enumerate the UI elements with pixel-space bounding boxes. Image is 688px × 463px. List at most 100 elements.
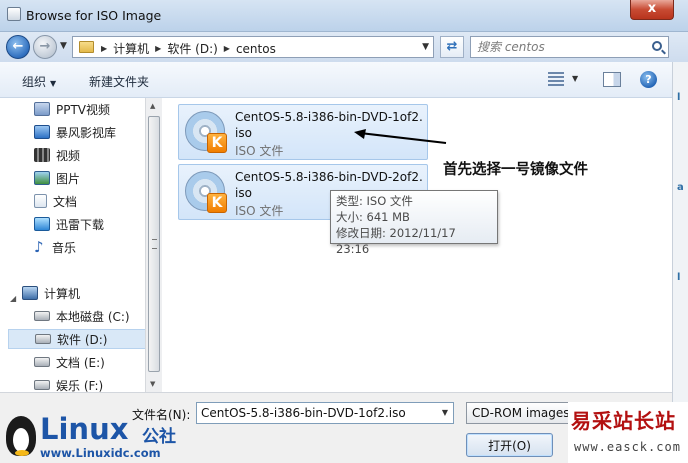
open-button[interactable]: 打开(O) xyxy=(466,433,553,457)
watermark-url: www.Linuxidc.com xyxy=(40,446,161,460)
document-icon xyxy=(34,194,47,208)
search-input[interactable] xyxy=(477,39,645,55)
thunder-icon xyxy=(34,217,50,231)
file-type-filter[interactable]: CD-ROM images xyxy=(466,402,570,424)
nav-item-drive-d[interactable]: 软件 (D:) xyxy=(8,329,146,349)
k-badge-icon: K xyxy=(207,193,227,213)
nav-item-label: 计算机 xyxy=(44,286,81,301)
scrollbar-thumb[interactable] xyxy=(148,116,160,372)
breadcrumb: ▶ 计算机 ▶ 软件 (D:) ▶ centos xyxy=(101,40,276,57)
nav-item-label: PPTV视频 xyxy=(56,102,111,117)
nav-item-label: 软件 (D:) xyxy=(57,332,108,347)
breadcrumb-centos[interactable]: centos xyxy=(236,42,276,56)
forward-button[interactable]: → xyxy=(33,35,57,59)
nav-item-thunder[interactable]: 迅雷下载 xyxy=(34,214,104,234)
chevron-down-icon[interactable]: ▼ xyxy=(442,408,448,417)
folder-icon xyxy=(79,41,94,53)
chevron-down-icon: ▼ xyxy=(50,79,57,88)
file-tooltip: 类型: ISO 文件 大小: 641 MB 修改日期: 2012/11/17 2… xyxy=(330,190,498,256)
address-box[interactable]: ▶ 计算机 ▶ 软件 (D:) ▶ centos ▼ xyxy=(72,36,434,58)
view-options-icon[interactable] xyxy=(548,72,564,86)
pptv-icon xyxy=(34,102,50,116)
nav-item-video[interactable]: 视频 xyxy=(34,145,80,165)
linuxidc-watermark: Linux 公社 www.Linuxidc.com xyxy=(2,412,192,462)
storm-icon xyxy=(34,125,50,139)
navigation-pane: PPTV视频 暴风影视库 视频 图片 文档 迅雷下载 ♪ 音乐 ◢ 计算机 本地磁… xyxy=(0,98,161,392)
nav-item-pptv[interactable]: PPTV视频 xyxy=(34,99,110,119)
toolbar: 组织 ▼ 新建文件夹 ▼ ? xyxy=(0,62,672,98)
help-icon[interactable]: ? xyxy=(640,71,657,88)
penguin-logo-icon xyxy=(6,416,36,456)
nav-item-drive-f[interactable]: 娱乐 (F:) xyxy=(34,375,103,392)
back-button[interactable]: ← xyxy=(6,35,30,59)
preview-pane-icon[interactable] xyxy=(603,72,621,87)
nav-item-drive-c[interactable]: 本地磁盘 (C:) xyxy=(34,306,130,326)
organize-button[interactable]: 组织 ▼ xyxy=(22,73,56,90)
nav-item-label: 图片 xyxy=(56,171,81,186)
breadcrumb-drive-d[interactable]: 软件 (D:) xyxy=(167,40,217,57)
arrow-left-icon: ← xyxy=(12,39,24,54)
nav-item-pictures[interactable]: 图片 xyxy=(34,168,80,188)
annotation-text: 首先选择一号镜像文件 xyxy=(443,162,588,178)
hard-drive-icon xyxy=(35,334,51,344)
refresh-icon: ⇄ xyxy=(446,39,458,54)
tooltip-size: 大小: 641 MB xyxy=(336,210,410,224)
iso-file-icon: K xyxy=(185,111,229,155)
hard-drive-icon xyxy=(34,311,50,321)
nav-item-label: 本地磁盘 (C:) xyxy=(56,309,130,324)
nav-item-label: 娱乐 (F:) xyxy=(56,378,104,393)
view-dropdown-icon[interactable]: ▼ xyxy=(572,74,578,83)
chevron-right-icon[interactable]: ▶ xyxy=(224,44,230,53)
tree-expand-icon[interactable]: ◢ xyxy=(10,294,16,303)
app-icon xyxy=(7,7,21,21)
annotation-arrow-icon xyxy=(354,129,447,144)
computer-icon xyxy=(22,286,38,300)
navigation-scrollbar[interactable]: ▲ ▼ xyxy=(145,98,162,392)
watermark-site-url: www.easck.com xyxy=(574,440,681,454)
filename-input[interactable] xyxy=(201,406,429,420)
iso-file-icon: K xyxy=(185,171,229,215)
breadcrumb-computer[interactable]: 计算机 xyxy=(113,40,149,57)
hard-drive-icon xyxy=(34,380,50,390)
nav-item-music[interactable]: ♪ 音乐 xyxy=(34,237,76,257)
title-bar: Browse for ISO Image x xyxy=(0,0,688,32)
watermark-brand-cn: 公社 xyxy=(142,427,176,447)
refresh-button[interactable]: ⇄ xyxy=(440,36,464,58)
k-badge-icon: K xyxy=(207,133,227,153)
new-folder-button[interactable]: 新建文件夹 xyxy=(89,73,149,90)
tooltip-type: 类型: ISO 文件 xyxy=(336,194,413,208)
file-type: ISO 文件 xyxy=(235,204,284,218)
nav-item-label: 音乐 xyxy=(52,240,77,255)
nav-item-drive-e[interactable]: 文档 (E:) xyxy=(34,352,105,372)
nav-item-label: 迅雷下载 xyxy=(56,217,105,232)
hard-drive-icon xyxy=(34,357,50,367)
nav-item-computer[interactable]: 计算机 xyxy=(22,283,80,303)
address-dropdown[interactable]: ▼ xyxy=(422,42,429,52)
address-bar: ← → ▼ ▶ 计算机 ▶ 软件 (D:) ▶ centos ▼ ⇄ xyxy=(0,32,688,62)
filename-combobox[interactable]: ▼ xyxy=(196,402,454,424)
easck-watermark: 易采站长站 www.easck.com xyxy=(568,402,688,463)
file-type-filter-value: CD-ROM images xyxy=(472,406,570,420)
scroll-up-icon[interactable]: ▲ xyxy=(150,102,155,110)
chevron-right-icon[interactable]: ▶ xyxy=(101,44,107,53)
nav-item-documents[interactable]: 文档 xyxy=(34,191,77,211)
arrow-right-icon: → xyxy=(39,39,51,54)
chevron-right-icon[interactable]: ▶ xyxy=(155,44,161,53)
search-box[interactable] xyxy=(470,36,669,58)
search-icon[interactable] xyxy=(652,41,662,51)
file-type: ISO 文件 xyxy=(235,144,284,158)
nav-item-storm[interactable]: 暴风影视库 xyxy=(34,122,116,142)
watermark-site-name: 易采站长站 xyxy=(571,409,676,433)
nav-item-label: 文档 (E:) xyxy=(56,355,105,370)
window-title: Browse for ISO Image xyxy=(26,8,162,23)
nav-item-label: 暴风影视库 xyxy=(56,125,117,140)
nav-item-label: 视频 xyxy=(56,148,81,163)
organize-label: 组织 xyxy=(22,75,47,89)
close-button[interactable]: x xyxy=(630,0,674,20)
scroll-down-icon[interactable]: ▼ xyxy=(150,380,155,388)
tooltip-date: 修改日期: 2012/11/17 23:16 xyxy=(336,226,456,256)
recent-locations-dropdown[interactable]: ▼ xyxy=(60,41,67,51)
video-icon xyxy=(34,148,50,162)
music-icon: ♪ xyxy=(34,238,44,256)
nav-item-label: 文档 xyxy=(53,194,78,209)
